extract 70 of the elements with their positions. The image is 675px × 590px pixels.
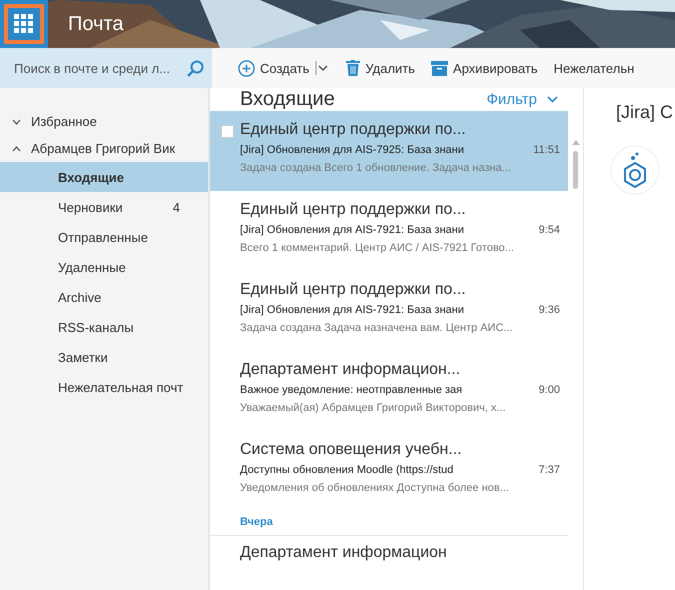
folder-item[interactable]: Archive <box>0 282 208 312</box>
toolbar-button[interactable]: Удалить <box>346 60 416 76</box>
search-box[interactable]: Поиск в почте и среди л... <box>0 48 212 88</box>
message-time: 11:51 <box>533 144 560 156</box>
search-icon <box>187 60 204 76</box>
message-item[interactable]: Единый центр поддержки по... [Jira] Обновления для AIS-7925: База знани 11:51 Задача создана Всего 1 обновление. Задача назна... <box>210 111 568 191</box>
toolbar-button[interactable]: Создать <box>238 60 330 76</box>
sender-name: Департамент информацион <box>240 544 448 562</box>
message-time: 9:36 <box>538 304 560 316</box>
message-subject: [Jira] Обновления для AIS-7925: База знани <box>240 144 464 156</box>
folder-label: Заметки <box>58 350 109 364</box>
folder-label: Archive <box>58 290 102 304</box>
grid-icon <box>14 14 34 34</box>
message-preview: Всего 1 комментарий. Центр АИС / AIS-7921 Готово... <box>240 242 515 254</box>
folder-item[interactable]: Нежелательная почт <box>0 372 208 402</box>
date-section-label: Вчера <box>240 516 273 528</box>
archive-icon <box>431 60 448 76</box>
folder-label: Черновики <box>58 200 124 214</box>
folder-group[interactable]: Избранное <box>0 108 208 135</box>
sender-name: Система оповещения учебн... <box>240 441 463 459</box>
message-subject: [Jira] Обновления для AIS-7921: База знани <box>240 224 464 236</box>
message-title: [Jira] C <box>616 102 674 123</box>
app-title: Почта <box>68 12 124 36</box>
checkbox[interactable] <box>221 125 234 138</box>
folder-item[interactable]: Заметки <box>0 342 208 372</box>
folder-item[interactable]: RSS-каналы <box>0 312 208 342</box>
list-title: Входящие <box>240 88 335 111</box>
folder-label: RSS-каналы <box>58 320 135 334</box>
sender-name: Единый центр поддержки по... <box>240 281 467 299</box>
plus-circle-icon <box>238 60 255 76</box>
sender-name: Департамент информацион... <box>240 361 462 379</box>
trash-icon <box>346 60 360 76</box>
message-time: 9:54 <box>538 224 560 236</box>
message-item[interactable]: Единый центр поддержки по... [Jira] Обновления для AIS-7921: База знани 9:54 Всего 1 комментарий. Центр АИС / AIS-7921 Готово... <box>210 191 568 271</box>
folder-item[interactable]: Удаленные <box>0 252 208 282</box>
message-subject: Важное уведомление: неотправленные зая <box>240 384 462 396</box>
search-field[interactable]: Поиск в почте и среди л... <box>12 60 183 76</box>
message-time: 9:00 <box>538 384 560 396</box>
folder-group[interactable]: Абрамцев Григорий Вик <box>0 135 208 162</box>
folder-label: Входящие <box>58 170 125 184</box>
scrollbar-thumb[interactable] <box>573 151 578 189</box>
folder-label: Нежелательная почт <box>58 380 184 394</box>
message-item[interactable]: Департамент информацион... Важное уведомление: неотправленные зая 9:00 Уважаемый(ая) Абрамцев Григорий Викторович, х... <box>210 351 568 431</box>
folder-label: Удаленные <box>58 260 127 274</box>
message-time: 7:37 <box>538 464 560 476</box>
message-preview: Уведомления об обновлениях Доступна более нов... <box>240 482 510 494</box>
sender-name: Единый центр поддержки по... <box>240 121 467 139</box>
sender-name: Единый центр поддержки по... <box>240 201 467 219</box>
unread-count: 4 <box>172 200 180 214</box>
toolbar-button[interactable]: Нежелательн <box>554 60 634 76</box>
message-subject: Доступны обновления Moodle (https://stud <box>240 464 454 476</box>
sender-avatar-icon <box>610 145 660 195</box>
folder-item[interactable]: Отправленные <box>0 222 208 252</box>
chevron-down-icon <box>547 96 558 103</box>
caret-icon <box>314 60 330 76</box>
highlight-frame <box>4 4 44 44</box>
message-subject: [Jira] Обновления для AIS-7921: База знани <box>240 304 464 316</box>
message-preview: Уважаемый(ая) Абрамцев Григорий Викторович, х... <box>240 402 507 414</box>
message-item[interactable]: Единый центр поддержки по... [Jira] Обновления для AIS-7921: База знани 9:36 Задача создана Задача назначена вам. Центр АИС... <box>210 271 568 351</box>
message-preview: Задача создана Всего 1 обновление. Задача назна... <box>240 162 512 174</box>
message-preview: Задача создана Задача назначена вам. Центр АИС... <box>240 322 514 334</box>
filter-button[interactable]: Фильтр <box>486 91 558 108</box>
folder-group-label: Избранное <box>31 114 97 129</box>
message-item[interactable]: Система оповещения учебн... Доступны обновления Moodle (https://stud 7:37 Уведомления об обновлениях Доступна более нов... <box>210 431 568 511</box>
folder-label: Отправленные <box>58 230 149 244</box>
toolbar-button[interactable]: Архивировать <box>431 60 538 76</box>
folder-group-label: Абрамцев Григорий Вик <box>31 141 176 156</box>
folder-item[interactable]: Входящие <box>0 162 208 192</box>
scroll-up-icon[interactable] <box>572 140 580 145</box>
folder-item[interactable]: Черновики 4 <box>0 192 208 222</box>
